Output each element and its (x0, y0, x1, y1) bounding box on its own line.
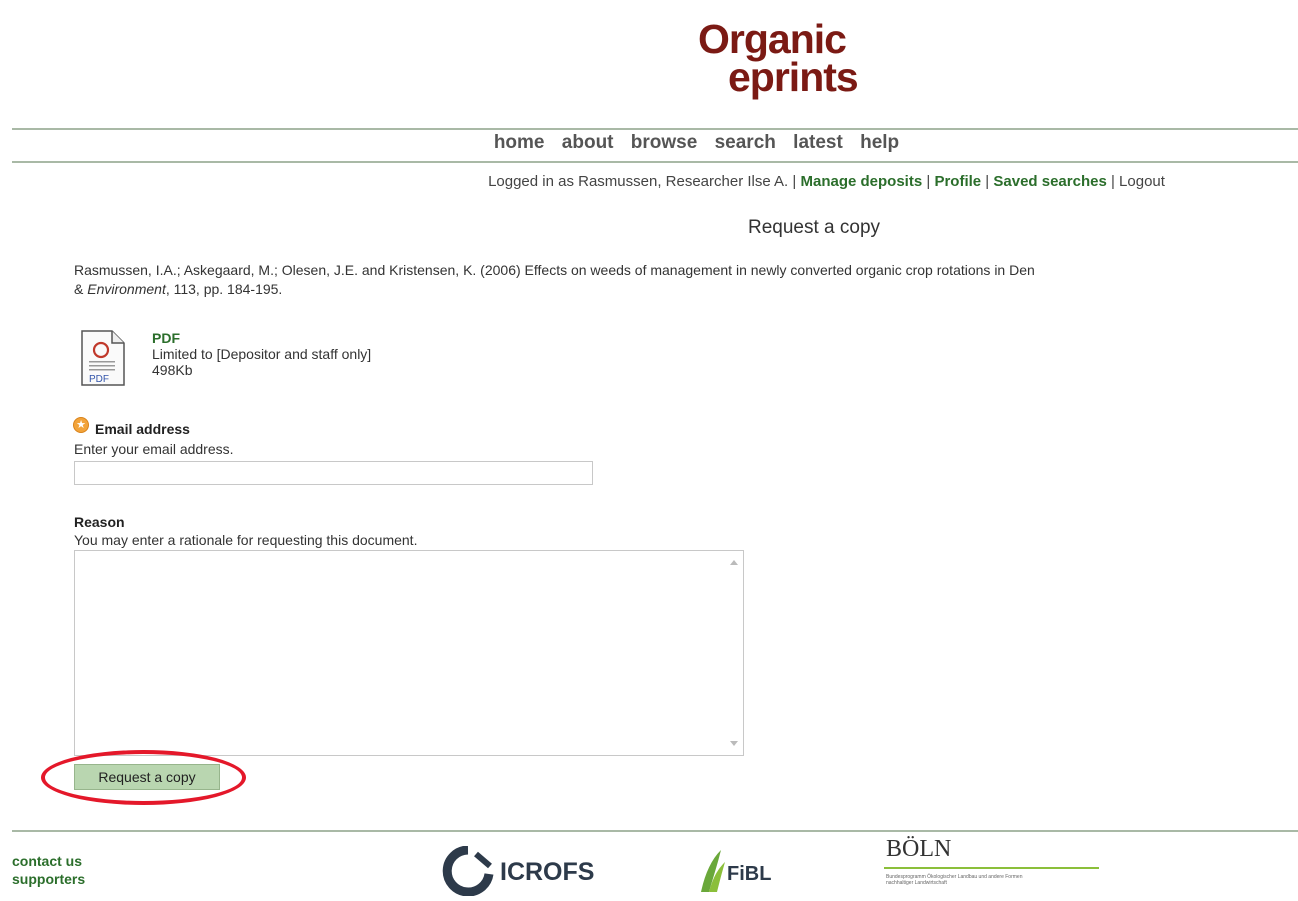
fibl-leaf-icon (701, 850, 725, 892)
citation-amp: & (74, 281, 88, 297)
footer-links: contact us supporters (12, 852, 85, 888)
logo-line2: eprints (728, 54, 859, 100)
site-logo[interactable]: Organic eprints (686, 16, 926, 108)
reason-textarea[interactable] (74, 550, 744, 756)
nav-browse[interactable]: browse (631, 132, 698, 153)
icrofs-logo-icon (442, 845, 494, 897)
saved-searches-link[interactable]: Saved searches (993, 173, 1106, 190)
separator: | (792, 173, 797, 190)
nav-latest[interactable]: latest (793, 132, 843, 153)
separator: | (1110, 173, 1115, 190)
boln-logo[interactable]: BÖLN Bundesprogramm Ökologischer Landbau… (884, 836, 1100, 901)
pdf-icon-label: PDF (89, 374, 109, 385)
boln-logo-text: BÖLN (886, 836, 952, 862)
manage-deposits-link[interactable]: Manage deposits (800, 173, 922, 190)
scroll-up-icon[interactable] (730, 560, 738, 565)
citation-line1: Rasmussen, I.A.; Askegaard, M.; Olesen, … (74, 262, 1035, 278)
reason-label: Reason (74, 514, 125, 530)
separator: | (926, 173, 931, 190)
citation: Rasmussen, I.A.; Askegaard, M.; Olesen, … (74, 261, 1298, 299)
file-size: 498Kb (152, 362, 193, 378)
icrofs-logo-text: ICROFS (500, 858, 595, 886)
request-copy-button[interactable]: Request a copy (74, 764, 220, 790)
login-bar: Logged in as Rasmussen, Researcher Ilse … (0, 173, 1298, 190)
nav-help[interactable]: help (860, 132, 899, 153)
access-restriction: Limited to [Depositor and staff only] (152, 346, 372, 362)
nav-search[interactable]: search (715, 132, 776, 153)
login-status: Logged in as Rasmussen, Researcher Ilse … (488, 173, 789, 190)
citation-line2: & Environment, 113, pp. 184-195. (74, 280, 1298, 299)
main-nav: home about browse search latest help (0, 132, 1298, 154)
textarea-scrollbar[interactable] (726, 552, 742, 754)
citation-journal: Environment (87, 281, 166, 297)
icrofs-logo[interactable]: ICROFS (440, 845, 610, 897)
divider-footer (12, 830, 1298, 832)
nav-home[interactable]: home (494, 132, 545, 153)
required-star-icon: ★ (73, 417, 89, 433)
email-label: Email address (95, 421, 190, 437)
boln-logo-rule (884, 867, 1099, 869)
divider-nav (12, 161, 1298, 163)
citation-volume: , 113, pp. 184-195. (165, 281, 283, 297)
reason-help: You may enter a rationale for requesting… (74, 532, 418, 548)
separator: | (985, 173, 990, 190)
logout-link[interactable]: Logout (1119, 173, 1165, 190)
email-input[interactable] (74, 461, 593, 485)
pdf-file-icon[interactable]: PDF (80, 330, 126, 386)
fibl-logo-text: FiBL (727, 863, 772, 885)
scroll-down-icon[interactable] (730, 741, 738, 746)
divider-top (12, 128, 1298, 130)
email-help: Enter your email address. (74, 441, 234, 457)
contact-us-link[interactable]: contact us (12, 852, 85, 870)
nav-about[interactable]: about (562, 132, 614, 153)
boln-logo-subtext: Bundesprogramm Ökologischer Landbau und … (886, 874, 1023, 886)
pdf-link[interactable]: PDF (152, 330, 180, 346)
page-title: Request a copy (747, 217, 881, 238)
fibl-logo[interactable]: FiBL (697, 848, 797, 894)
profile-link[interactable]: Profile (934, 173, 981, 190)
supporters-link[interactable]: supporters (12, 870, 85, 888)
document-info: PDF Limited to [Depositor and staff only… (152, 330, 552, 378)
